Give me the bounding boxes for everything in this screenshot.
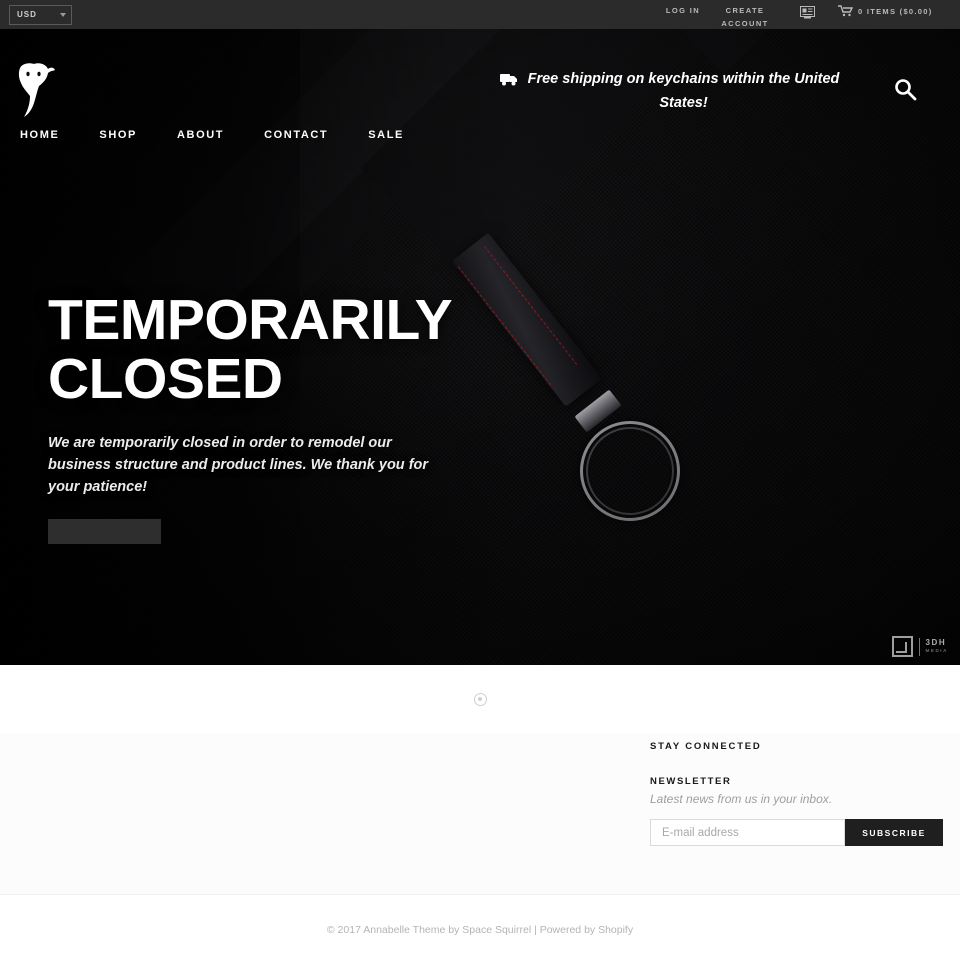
shipping-banner: Free shipping on keychains within the Un… xyxy=(500,67,840,115)
copyright-text: © 2017 Annabelle Theme by Space Squirrel… xyxy=(326,924,634,936)
copyright-bar: © 2017 Annabelle Theme by Space Squirrel… xyxy=(0,894,960,965)
hero-banner: HOME SHOP ABOUT CONTACT SALE Free shippi… xyxy=(0,29,960,665)
bracket-square-icon xyxy=(891,636,913,657)
hero-cta-button[interactable] xyxy=(48,519,161,544)
watermark-divider xyxy=(918,637,920,656)
delivery-truck-icon xyxy=(500,74,517,86)
main-navigation: HOME SHOP ABOUT CONTACT SALE xyxy=(0,129,424,141)
hero-title-line-1: TEMPORARILY xyxy=(48,288,453,352)
newsletter-subtitle: Latest news from us in your inbox. xyxy=(650,792,833,806)
nav-item-about[interactable]: ABOUT xyxy=(157,129,244,141)
newsletter-section: STAY CONNECTED NEWSLETTER Latest news fr… xyxy=(650,741,950,846)
currency-value: USD xyxy=(17,10,37,19)
hero-content: TEMPORARILY CLOSED We are temporarily cl… xyxy=(48,291,518,544)
bull-head-logo xyxy=(18,63,56,117)
site-footer: STAY CONNECTED NEWSLETTER Latest news fr… xyxy=(0,733,960,894)
search-button[interactable] xyxy=(893,77,918,107)
stay-connected-title: STAY CONNECTED xyxy=(650,741,762,752)
newsletter-title: NEWSLETTER xyxy=(650,776,732,787)
shipping-text: Free shipping on keychains within the Un… xyxy=(527,71,840,111)
top-utility-bar: USD LOG IN CREATE ACCOUNT 0 ITEMS ($0.00… xyxy=(0,0,960,29)
search-icon xyxy=(895,79,917,101)
card-register-icon xyxy=(799,6,815,19)
hero-watermark: 3DH MEDIA xyxy=(891,636,949,657)
top-right-links: LOG IN CREATE ACCOUNT 0 ITEMS ($0.00) xyxy=(652,0,960,29)
subscribe-button[interactable]: SUBSCRIBE xyxy=(845,819,943,846)
shopping-cart-icon xyxy=(838,5,853,17)
carousel-dot-icon[interactable] xyxy=(473,692,487,706)
hero-title-line-2: CLOSED xyxy=(48,347,283,411)
email-input[interactable] xyxy=(650,819,845,846)
chevron-down-icon xyxy=(60,12,66,17)
nav-item-home[interactable]: HOME xyxy=(0,129,79,141)
hero-subtitle: We are temporarily closed in order to re… xyxy=(48,435,429,495)
nav-item-contact[interactable]: CONTACT xyxy=(244,129,348,141)
log-in-link[interactable]: LOG IN xyxy=(652,4,714,17)
newsletter-form: SUBSCRIBE xyxy=(650,819,950,846)
cart-link[interactable]: 0 ITEMS ($0.00) xyxy=(838,4,960,18)
watermark-secondary: MEDIA xyxy=(925,648,948,654)
watermark-primary: 3DH xyxy=(925,638,947,648)
cart-label: 0 ITEMS ($0.00) xyxy=(858,7,933,16)
register-link[interactable] xyxy=(776,4,838,19)
site-logo[interactable] xyxy=(10,62,60,118)
carousel-pagination xyxy=(0,665,960,733)
nav-item-shop[interactable]: SHOP xyxy=(79,129,157,141)
create-account-link[interactable]: CREATE ACCOUNT xyxy=(714,4,776,30)
currency-selector[interactable]: USD xyxy=(9,4,72,25)
nav-item-sale[interactable]: SALE xyxy=(348,129,424,141)
